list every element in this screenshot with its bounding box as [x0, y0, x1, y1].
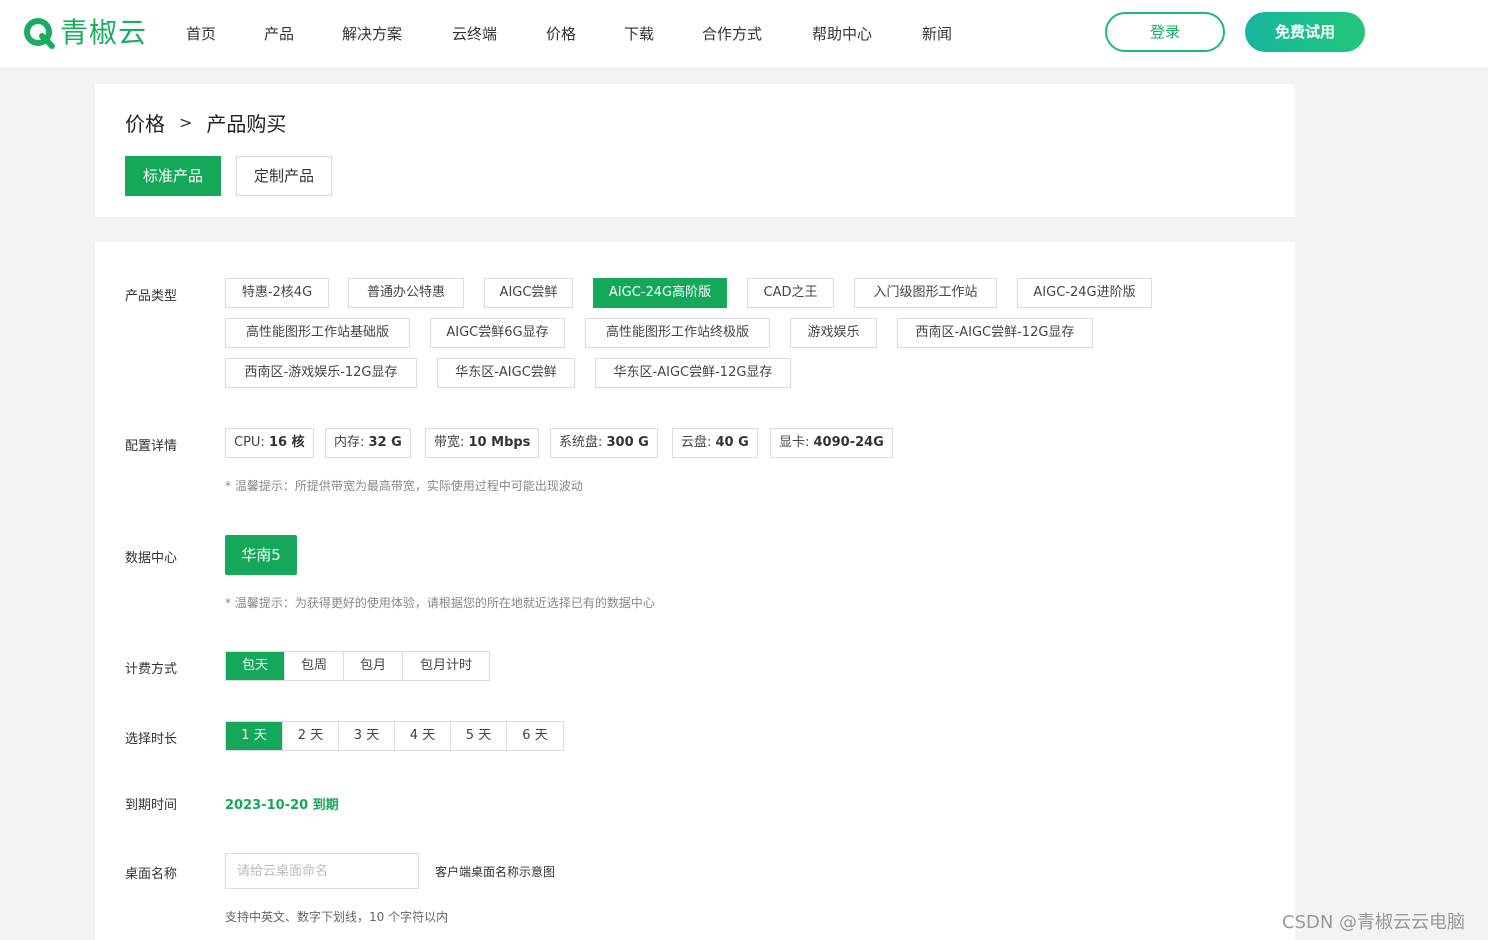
breadcrumb-current: 产品购买 [206, 112, 287, 136]
desktop-name-hint: 支持中英文、数字下划线，10 个字符以内 [225, 910, 449, 924]
expiry-label: 到期时间 [125, 798, 178, 813]
tab-custom-product[interactable]: 定制产品 [236, 156, 332, 196]
datacenter-option-selected[interactable]: 华南5 [225, 535, 297, 575]
nav-cooperation[interactable]: 合作方式 [702, 24, 812, 44]
logo[interactable]: 青椒云 [22, 14, 147, 52]
product-option[interactable]: AIGC尝鲜6G显存 [430, 318, 565, 348]
nav-cloud-terminal[interactable]: 云终端 [452, 24, 546, 44]
product-option[interactable]: 华东区-AIGC尝鲜-12G显存 [595, 358, 791, 388]
product-option[interactable]: AIGC-24G进阶版 [1017, 278, 1152, 308]
desktop-name-input[interactable] [225, 853, 419, 889]
free-trial-button[interactable]: 免费试用 [1245, 12, 1365, 52]
product-option[interactable]: 入门级图形工作站 [854, 278, 997, 308]
main-nav: 首页 产品 解决方案 云终端 价格 下载 合作方式 帮助中心 新闻 [186, 0, 982, 67]
top-header: 青椒云 首页 产品 解决方案 云终端 价格 下载 合作方式 帮助中心 新闻 登录… [0, 0, 1488, 67]
product-option[interactable]: AIGC尝鲜 [484, 278, 573, 308]
duration-option[interactable]: 3 天 [339, 722, 395, 750]
duration-option[interactable]: 6 天 [507, 722, 563, 750]
spec-cpu: CPU: 16 核 [225, 428, 314, 458]
duration-option[interactable]: 4 天 [395, 722, 451, 750]
nav-news[interactable]: 新闻 [922, 24, 982, 44]
spec-cloud-disk: 云盘: 40 G [672, 428, 758, 458]
nav-products[interactable]: 产品 [264, 24, 342, 44]
breadcrumb-separator: > [179, 113, 193, 132]
product-type-label: 产品类型 [125, 289, 178, 304]
billing-option-day[interactable]: 包天 [226, 652, 285, 680]
logo-text: 青椒云 [60, 16, 148, 49]
logo-icon [24, 18, 55, 49]
product-option[interactable]: 普通办公特惠 [348, 278, 464, 308]
duration-segmented-control: 1 天 2 天 3 天 4 天 5 天 6 天 [225, 721, 564, 751]
nav-solutions[interactable]: 解决方案 [342, 24, 452, 44]
nav-download[interactable]: 下载 [624, 24, 702, 44]
product-option[interactable]: 特惠-2核4G [225, 278, 329, 308]
expiry-value: 2023-10-20 到期 [225, 798, 339, 813]
spec-memory: 内存: 32 G [325, 428, 411, 458]
product-option[interactable]: 西南区-AIGC尝鲜-12G显存 [897, 318, 1093, 348]
breadcrumb: 价格 > 产品购买 [125, 108, 286, 137]
duration-option[interactable]: 1 天 [226, 722, 283, 750]
nav-pricing[interactable]: 价格 [546, 24, 624, 44]
spec-system-disk: 系统盘: 300 G [550, 428, 658, 458]
product-option[interactable]: 高性能图形工作站终极版 [585, 318, 770, 348]
nav-help-center[interactable]: 帮助中心 [812, 24, 922, 44]
duration-option[interactable]: 5 天 [451, 722, 507, 750]
billing-option-month-hourly[interactable]: 包月计时 [403, 652, 489, 680]
billing-segmented-control: 包天 包周 包月 包月计时 [225, 651, 490, 681]
bandwidth-hint: * 温馨提示：所提供带宽为最高带宽，实际使用过程中可能出现波动 [225, 479, 583, 493]
product-option[interactable]: 高性能图形工作站基础版 [225, 318, 410, 348]
product-option[interactable]: 华东区-AIGC尝鲜 [437, 358, 575, 388]
tab-standard-product[interactable]: 标准产品 [125, 156, 221, 196]
datacenter-hint: * 温馨提示：为获得更好的使用体验，请根据您的所在地就近选择已有的数据中心 [225, 596, 655, 610]
spec-gpu: 显卡: 4090-24G [770, 428, 893, 458]
nav-home[interactable]: 首页 [186, 24, 264, 44]
purchase-form-card: 产品类型 特惠-2核4G 普通办公特惠 AIGC尝鲜 AIGC-24G高阶版 C… [95, 242, 1295, 940]
duration-option[interactable]: 2 天 [283, 722, 339, 750]
billing-option-month[interactable]: 包月 [344, 652, 403, 680]
product-option-selected[interactable]: AIGC-24G高阶版 [593, 278, 727, 308]
product-option[interactable]: CAD之王 [747, 278, 834, 308]
product-option[interactable]: 西南区-游戏娱乐-12G显存 [225, 358, 417, 388]
desktop-name-label: 桌面名称 [125, 867, 178, 882]
billing-option-week[interactable]: 包周 [285, 652, 344, 680]
config-label: 配置详情 [125, 439, 178, 454]
product-option[interactable]: 游戏娱乐 [790, 318, 877, 348]
billing-label: 计费方式 [125, 662, 178, 677]
login-button[interactable]: 登录 [1105, 12, 1225, 52]
datacenter-label: 数据中心 [125, 551, 178, 566]
watermark: CSDN @青椒云云电脑 [1282, 912, 1466, 933]
duration-label: 选择时长 [125, 732, 178, 747]
desktop-name-example-link[interactable]: 客户端桌面名称示意图 [435, 863, 555, 880]
breadcrumb-root[interactable]: 价格 [125, 108, 165, 137]
spec-bandwidth: 带宽: 10 Mbps [425, 428, 540, 458]
breadcrumb-card: 价格 > 产品购买 标准产品 定制产品 [95, 84, 1295, 217]
